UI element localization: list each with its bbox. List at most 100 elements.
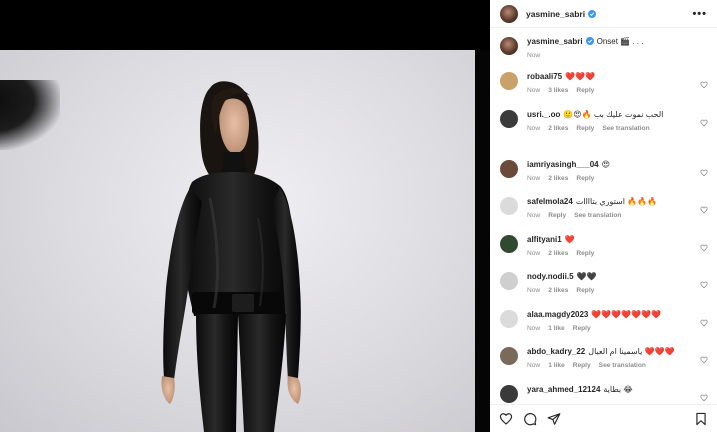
comment-like-heart-icon[interactable]: [700, 389, 708, 401]
comment-time: Now: [527, 362, 541, 369]
photo-backdrop: [0, 50, 475, 432]
comment-line: nody.nodii.5 🖤🖤: [527, 271, 707, 282]
comment-like-heart-icon[interactable]: [700, 76, 708, 89]
reply-button[interactable]: Reply: [576, 287, 594, 294]
comment-text: 😍: [601, 159, 610, 169]
heart-outline-icon[interactable]: [499, 412, 513, 426]
comment-like-heart-icon[interactable]: [700, 314, 708, 326]
comment-meta: Now 3 likes Reply: [527, 87, 707, 94]
commenter-username[interactable]: robaali75: [527, 72, 562, 81]
comment-line: robaali75 ❤️❤️❤️: [527, 71, 707, 82]
verified-badge-icon: [588, 9, 597, 18]
author-avatar[interactable]: [500, 4, 518, 23]
reply-button[interactable]: Reply: [548, 212, 566, 219]
post-side-panel: yasmine_sabri ••• yasmine_sabri Onset 🎬 .…: [490, 0, 717, 432]
comment-like-heart-icon[interactable]: [700, 201, 708, 214]
comment-meta: Now 2 likes Reply: [527, 250, 707, 257]
post-header: yasmine_sabri •••: [490, 0, 717, 28]
caption-username[interactable]: yasmine_sabri: [527, 37, 583, 46]
author-username[interactable]: yasmine_sabri: [526, 9, 585, 19]
commenter-avatar[interactable]: [500, 384, 518, 403]
comment-item: robaali75 ❤️❤️❤️ Now 3 likes Reply: [490, 71, 717, 109]
comment-meta: Now 1 like Reply See translation: [527, 362, 707, 369]
photo-edge: [475, 50, 490, 432]
commenter-avatar[interactable]: [500, 197, 518, 215]
reply-button[interactable]: Reply: [576, 125, 594, 132]
comment-like-heart-icon[interactable]: [700, 351, 708, 364]
commenter-username[interactable]: abdo_kadry_22: [527, 347, 585, 356]
comment-like-heart-icon[interactable]: [700, 239, 708, 251]
comment-text: بطاية 😂: [603, 384, 633, 394]
comment-time: Now: [527, 212, 541, 219]
post-photo[interactable]: [0, 0, 490, 432]
reply-button[interactable]: Reply: [573, 362, 591, 369]
comment-likes-count[interactable]: 3 likes: [548, 87, 568, 94]
commenter-avatar[interactable]: [500, 109, 518, 128]
reply-button[interactable]: Reply: [576, 87, 594, 94]
commenter-avatar[interactable]: [500, 272, 518, 290]
commenter-avatar[interactable]: [500, 72, 518, 90]
comment-text: ياسمينا ام العيال ❤️❤️❤️: [588, 347, 675, 356]
comment-meta: Now 2 likes Reply See translation: [527, 125, 707, 132]
comment-time: Now: [527, 174, 541, 182]
see-translation-link[interactable]: See translation: [599, 362, 646, 369]
comment-time: Now: [527, 124, 541, 132]
photo-shadow: [0, 80, 60, 150]
comment-line: iamriyasingh___04 😍: [527, 159, 707, 170]
comment-text: ❤️❤️❤️❤️❤️❤️❤️: [591, 309, 662, 319]
commenter-avatar[interactable]: [500, 159, 518, 178]
comment-time: Now: [527, 249, 541, 257]
comment-item: iamriyasingh___04 😍 Now 2 likes Reply: [490, 159, 717, 197]
commenter-username[interactable]: nody.nodii.5: [527, 272, 574, 281]
commenter-username[interactable]: iamriyasingh___04: [527, 160, 599, 169]
comment-item: alaa.magdy2023 ❤️❤️❤️❤️❤️❤️❤️ Now 1 like Rep…: [490, 309, 717, 347]
comment-likes-count[interactable]: 2 likes: [548, 287, 568, 294]
comment-like-heart-icon[interactable]: [700, 164, 708, 176]
comment-text: ❤️❤️❤️: [565, 72, 596, 81]
comment-likes-count[interactable]: 2 likes: [548, 250, 568, 257]
commenter-username[interactable]: yara_ahmed_12124: [527, 385, 600, 394]
comment-text: 🖤🖤: [576, 272, 597, 281]
comment-line: safelmola24 استوري بتاااات 🔥🔥🔥: [527, 196, 707, 207]
comment-likes-count[interactable]: 2 likes: [548, 175, 568, 182]
paper-plane-icon[interactable]: [547, 412, 561, 426]
reply-button[interactable]: Reply: [576, 250, 594, 257]
comments-list[interactable]: yasmine_sabri Onset 🎬 . . . Now robaali75…: [490, 28, 717, 404]
commenter-username[interactable]: usri._.oo: [527, 110, 560, 119]
comment-item: alfityani1 ❤️ Now 2 likes Reply: [490, 234, 717, 272]
reply-button[interactable]: Reply: [576, 175, 594, 182]
caption-text: Onset 🎬 . . .: [596, 37, 644, 46]
comment-item: abdo_kadry_22 ياسمينا ام العيال ❤️❤️❤️ Now…: [490, 346, 717, 384]
comment-like-heart-icon[interactable]: [700, 276, 708, 289]
comment-line: alfityani1 ❤️: [527, 234, 707, 245]
comment-time: Now: [527, 324, 541, 332]
comment-time: Now: [527, 287, 541, 294]
bookmark-icon[interactable]: [694, 412, 708, 426]
see-translation-link[interactable]: See translation: [574, 212, 621, 219]
commenter-avatar[interactable]: [500, 347, 518, 365]
comment-line: alaa.magdy2023 ❤️❤️❤️❤️❤️❤️❤️: [527, 309, 707, 320]
see-translation-link[interactable]: See translation: [602, 125, 649, 132]
commenter-avatar[interactable]: [500, 309, 518, 328]
caption-time: Now: [527, 52, 541, 59]
commenter-avatar[interactable]: [500, 234, 518, 253]
commenter-username[interactable]: alaa.magdy2023: [527, 310, 588, 319]
reply-button[interactable]: Reply: [573, 325, 591, 332]
commenter-username[interactable]: alfityani1: [527, 235, 562, 244]
comment-time: Now: [527, 87, 541, 94]
comment-text: 🙂😍🔥 الحب نموت عليك بب: [563, 109, 664, 119]
comment-icon[interactable]: [523, 412, 537, 426]
comment-likes-count[interactable]: 2 likes: [548, 125, 568, 132]
more-options-button[interactable]: •••: [692, 8, 707, 20]
post-actions-bar: [490, 404, 717, 432]
comment-item: usri._.oo 🙂😍🔥 الحب نموت عليك بب Now 2 likes…: [490, 109, 717, 159]
comment-likes-count[interactable]: 1 like: [548, 325, 565, 332]
commenter-username[interactable]: safelmola24: [527, 197, 573, 206]
comment-meta: Now Reply See translation: [527, 212, 707, 219]
verified-badge-icon: [585, 37, 594, 45]
comment-meta: Now 2 likes Reply: [527, 287, 707, 294]
caption-avatar[interactable]: [500, 37, 518, 55]
comment-item: yara_ahmed_12124 بطاية 😂: [490, 384, 717, 405]
comment-likes-count[interactable]: 1 like: [548, 362, 565, 369]
comment-like-heart-icon[interactable]: [700, 114, 708, 126]
